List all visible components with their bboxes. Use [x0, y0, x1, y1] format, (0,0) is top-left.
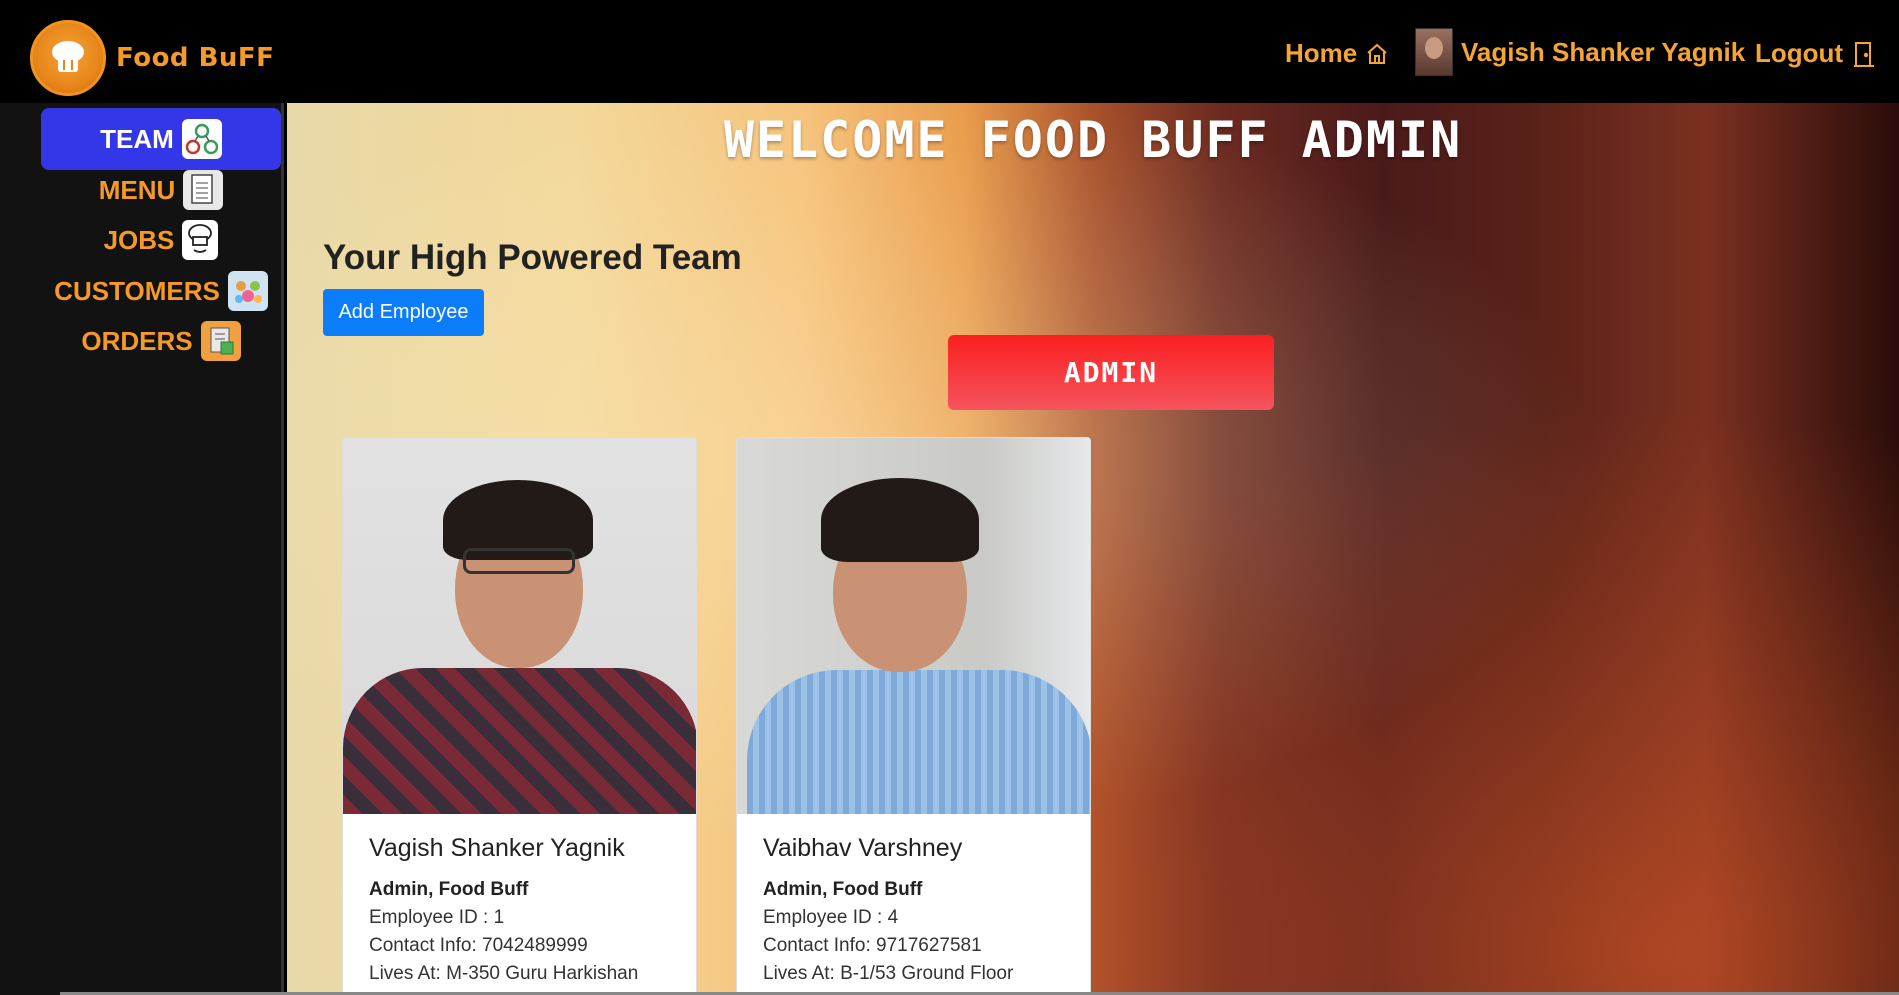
employee-name: Vagish Shanker Yagnik — [369, 834, 625, 862]
employee-contact: Contact Info: 9717627581 — [763, 935, 982, 956]
brand[interactable]: Food BuFF — [30, 20, 274, 96]
main-content: WELCOME FOOD BUFF ADMIN Your High Powere… — [287, 103, 1899, 995]
avatar — [1415, 28, 1453, 76]
menu-card-icon — [183, 170, 224, 210]
chef-icon — [182, 220, 219, 260]
employee-id: Employee ID : 4 — [763, 907, 899, 928]
employee-role: Admin, Food Buff — [763, 879, 923, 900]
sidebar: TEAM MENU JOBS CUSTOMERS ORDERS — [0, 103, 284, 995]
sidebar-item-label: JOBS — [103, 224, 175, 255]
nav-user-name: Vagish Shanker Yagnik — [1461, 36, 1746, 67]
home-icon — [1365, 42, 1389, 66]
brand-name: Food BuFF — [116, 43, 275, 73]
orders-icon — [200, 321, 241, 361]
employee-photo — [737, 438, 1090, 814]
sidebar-item-label: CUSTOMERS — [54, 275, 220, 306]
nav-user-profile[interactable]: Vagish Shanker Yagnik — [1415, 28, 1745, 76]
admin-section-header: ADMIN — [948, 335, 1274, 410]
door-icon — [1853, 40, 1875, 68]
add-employee-button[interactable]: Add Employee — [323, 289, 484, 336]
employee-address: Lives At: M-350 Guru Harkishan — [369, 963, 639, 984]
nav-logout-label: Logout — [1755, 38, 1844, 68]
sidebar-item-label: TEAM — [100, 123, 174, 154]
team-heading: Your High Powered Team — [323, 238, 742, 277]
nav-logout-link[interactable]: Logout — [1755, 38, 1875, 69]
nav-home-label: Home — [1285, 38, 1358, 68]
employee-role: Admin, Food Buff — [369, 879, 529, 900]
sidebar-item-orders[interactable]: ORDERS — [41, 310, 281, 372]
team-icon — [181, 119, 222, 159]
employee-card[interactable]: Vagish Shanker Yagnik Admin, Food Buff E… — [342, 437, 697, 995]
employee-id: Employee ID : 1 — [369, 907, 505, 928]
chef-hat-icon — [30, 20, 106, 96]
employee-photo — [343, 438, 696, 814]
top-navbar: Food BuFF Home Vagish Shanker Yagnik Log… — [0, 0, 1899, 103]
sidebar-item-label: ORDERS — [81, 325, 193, 356]
sidebar-item-label: MENU — [98, 174, 176, 205]
employee-address: Lives At: B-1/53 Ground Floor — [763, 963, 1014, 984]
employee-name: Vaibhav Varshney — [763, 834, 963, 862]
nav-home-link[interactable]: Home — [1285, 38, 1389, 69]
customers-icon — [227, 271, 268, 311]
employee-contact: Contact Info: 7042489999 — [369, 935, 588, 956]
welcome-title: WELCOME FOOD BUFF ADMIN — [723, 111, 1463, 169]
employee-card[interactable]: Vaibhav Varshney Admin, Food Buff Employ… — [736, 437, 1091, 995]
